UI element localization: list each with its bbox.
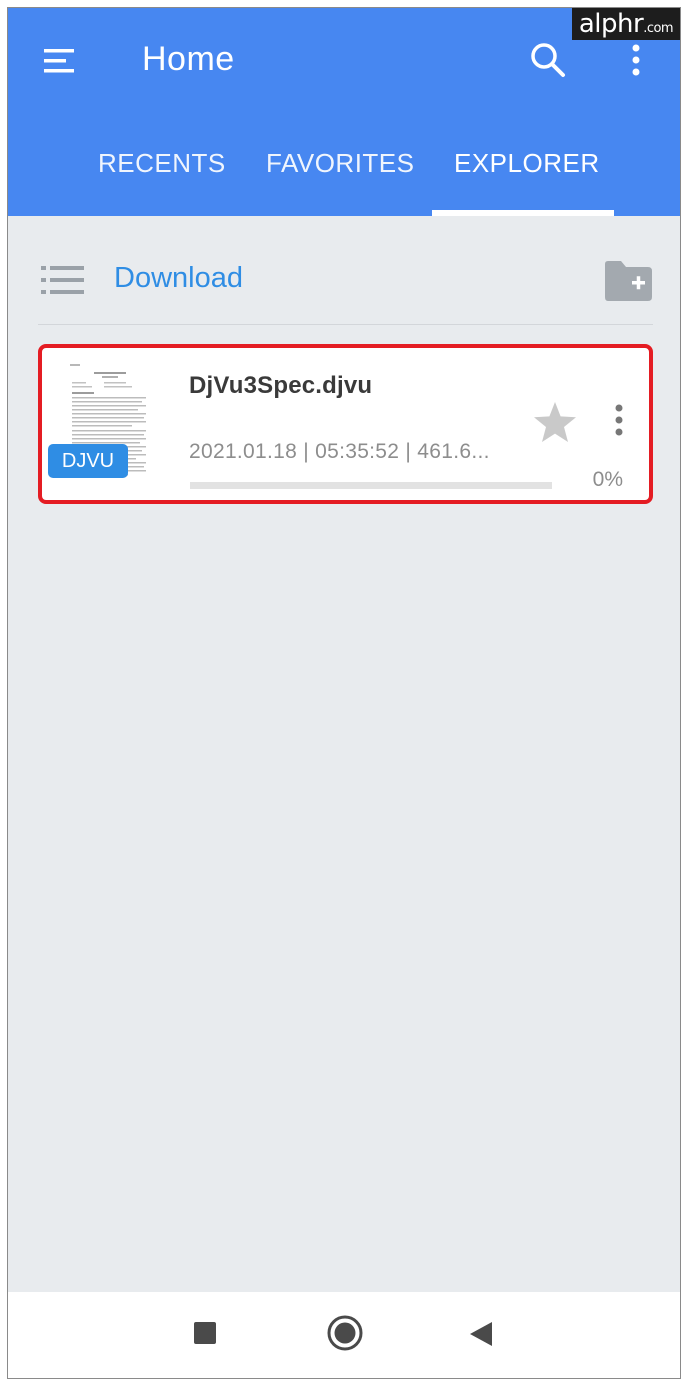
phone-screen: Home alphr.com RECENTS FAVORITES EXPLORE… (7, 7, 681, 1379)
tab-explorer[interactable]: EXPLORER (454, 148, 600, 179)
file-metadata: 2021.01.18 | 05:35:52 | 461.6... (189, 440, 490, 463)
active-tab-indicator (432, 210, 614, 216)
read-progress-text: 0% (592, 468, 623, 491)
page-title: Home (142, 40, 235, 78)
more-vertical-icon[interactable] (608, 402, 630, 440)
read-progress-bar (190, 482, 552, 489)
square-recents-icon[interactable] (194, 1322, 216, 1344)
triangle-back-icon[interactable] (468, 1320, 494, 1348)
tab-bar: RECENTS FAVORITES EXPLORER (8, 130, 680, 216)
file-list-item[interactable]: DJVU DjVu3Spec.djvu 2021.01.18 | 05:35:5… (38, 344, 653, 504)
current-folder-label[interactable]: Download (114, 262, 243, 295)
hamburger-menu-icon[interactable] (42, 46, 78, 76)
watermark-brand: alphr (578, 9, 644, 39)
alphr-watermark: alphr.com (572, 8, 680, 40)
system-nav-bar (8, 1292, 680, 1378)
divider (38, 324, 653, 325)
star-icon[interactable] (532, 400, 578, 444)
tab-favorites[interactable]: FAVORITES (266, 148, 415, 179)
more-vertical-icon[interactable] (624, 42, 648, 82)
circle-home-icon[interactable] (326, 1314, 364, 1352)
list-view-icon[interactable] (40, 264, 86, 296)
file-name: DjVu3Spec.djvu (189, 372, 373, 399)
search-icon[interactable] (528, 40, 568, 80)
new-folder-icon[interactable] (602, 260, 654, 302)
file-type-badge: DJVU (48, 444, 128, 478)
tab-recents[interactable]: RECENTS (98, 148, 226, 179)
app-bar: Home alphr.com RECENTS FAVORITES EXPLORE… (8, 8, 680, 216)
watermark-suffix: .com (643, 21, 674, 36)
